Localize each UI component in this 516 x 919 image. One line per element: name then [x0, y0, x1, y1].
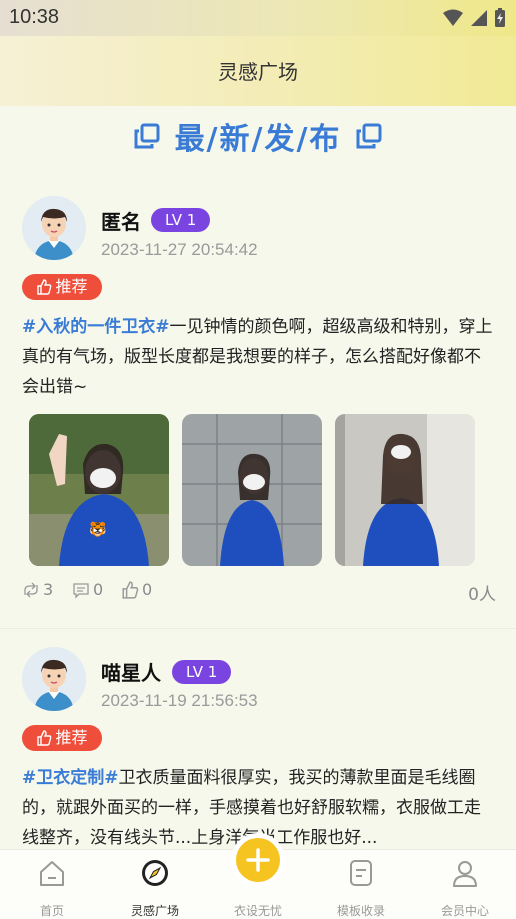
section-heading-text: 最/新/发/布 [174, 122, 342, 157]
tab-label: 灵感广场 [130, 904, 179, 918]
recommend-label: 推荐 [55, 728, 88, 747]
comment-icon [73, 582, 89, 599]
share-count: 3 [43, 580, 54, 599]
user-icon [453, 861, 477, 887]
svg-text:🐯: 🐯 [89, 520, 107, 538]
comment-stat[interactable]: 0 [72, 580, 103, 599]
section-heading: 最/新/发/布 [0, 116, 516, 157]
post-stats: 3 0 0 0人 [22, 580, 496, 605]
thumbs-up-icon [37, 279, 52, 295]
tab-label: 衣设无忧 [233, 904, 282, 918]
signal-icon [471, 10, 487, 26]
comment-count: 0 [93, 580, 104, 599]
share-stat[interactable]: 3 [22, 580, 53, 599]
copy-icon [356, 123, 382, 149]
tab-label: 首页 [39, 904, 64, 918]
status-bar: 10:38 [0, 0, 516, 36]
status-time: 10:38 [9, 6, 60, 28]
like-count: 0 [142, 580, 153, 599]
tab-member[interactable]: 会员中心 [420, 858, 510, 919]
tab-label: 模板收录 [336, 904, 385, 918]
thumbs-up-icon [122, 580, 139, 599]
template-icon [350, 860, 372, 886]
status-icons [442, 8, 506, 28]
copy-icon [134, 123, 160, 149]
home-icon [40, 861, 64, 886]
post-photo[interactable] [335, 414, 475, 566]
share-icon [24, 582, 38, 597]
topic-tag[interactable]: #卫衣定制# [22, 768, 119, 788]
post-time: 2023-11-27 20:54:42 [101, 240, 258, 259]
tab-home[interactable]: 首页 [7, 858, 97, 919]
post-content[interactable]: #卫衣定制#卫衣质量面料很厚实，我买的薄款里面是毛线圈的，就跟外面买的一样，手感… [22, 763, 496, 849]
topic-tag[interactable]: #入秋的一件卫衣# [22, 317, 170, 337]
post-divider [0, 628, 516, 629]
tab-label: 会员中心 [440, 904, 489, 918]
battery-icon [495, 8, 505, 27]
create-button[interactable] [236, 838, 280, 882]
post-photo[interactable]: 🐯 [29, 414, 169, 566]
avatar[interactable] [22, 647, 86, 711]
username[interactable]: 匿名 [101, 206, 141, 235]
tab-inspiration[interactable]: 灵感广场 [110, 858, 200, 919]
post-content[interactable]: #入秋的一件卫衣#一见钟情的颜色啊，超级高级和特别，穿上真的有气场，版型长度都是… [22, 312, 496, 404]
compass-icon [142, 860, 168, 886]
username[interactable]: 喵星人 [101, 657, 161, 686]
wifi-icon [443, 9, 463, 26]
viewer-count: 0人 [468, 585, 496, 605]
recommend-label: 推荐 [55, 277, 88, 296]
tab-templates[interactable]: 模板收录 [316, 858, 406, 919]
post-photo[interactable] [182, 414, 322, 566]
level-badge: LV 1 [151, 208, 211, 232]
photo-gallery: 🐯 [0, 414, 516, 566]
avatar[interactable] [22, 196, 86, 260]
like-stat[interactable]: 0 [121, 580, 152, 599]
post-time: 2023-11-19 21:56:53 [101, 691, 258, 710]
plus-icon [246, 848, 270, 872]
post-card[interactable]: 匿名 LV 1 2023-11-27 20:54:42 推荐 #入秋的一件卫衣#… [0, 196, 516, 616]
post-card[interactable]: 喵星人 LV 1 2023-11-19 21:56:53 推荐 #卫衣定制#卫衣… [0, 647, 516, 849]
level-badge: LV 1 [172, 660, 232, 684]
thumbs-up-icon [37, 730, 52, 746]
recommend-badge: 推荐 [22, 274, 102, 300]
page-title: 灵感广场 [218, 60, 298, 84]
recommend-badge: 推荐 [22, 725, 102, 751]
